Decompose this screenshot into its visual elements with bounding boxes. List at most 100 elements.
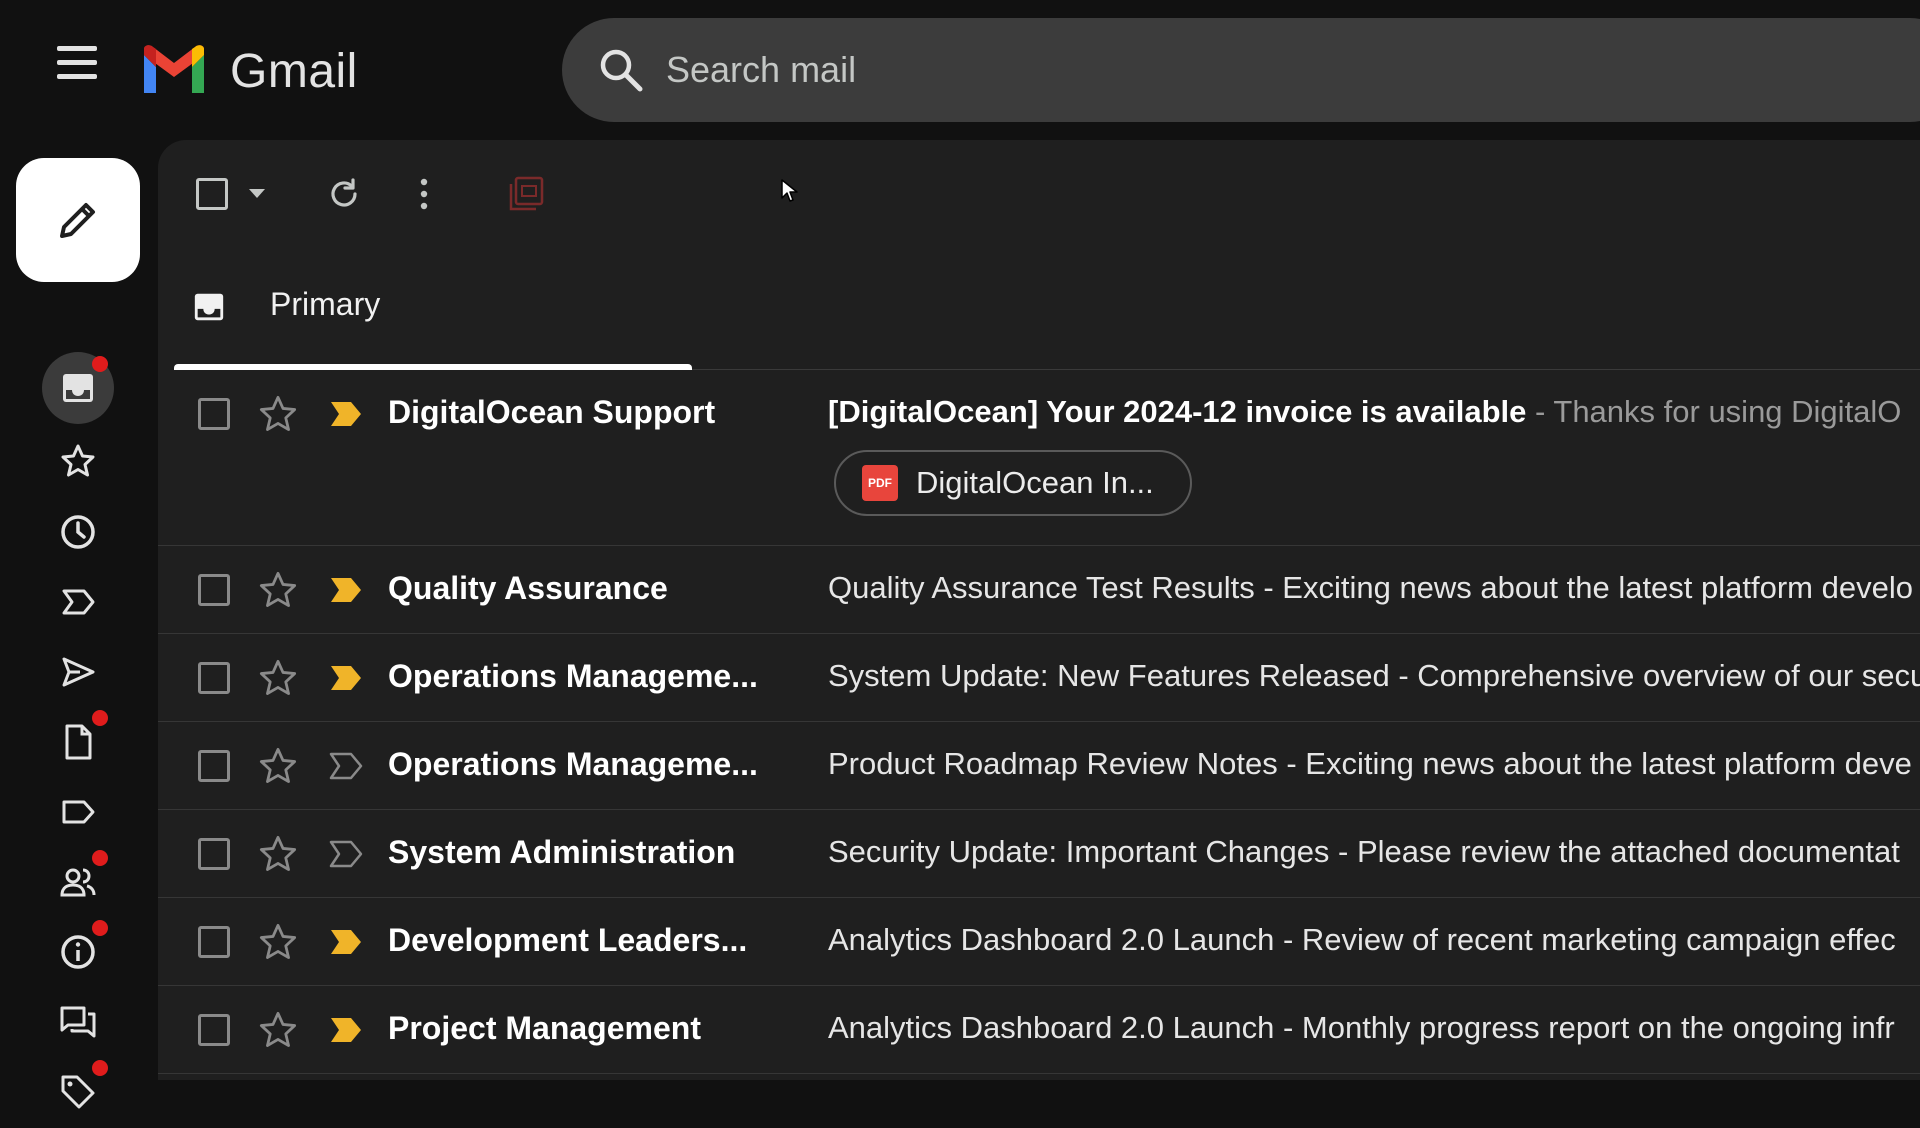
nav-inbox[interactable] (42, 352, 114, 424)
email-subject: System Update: New Features Released - C… (828, 658, 1920, 693)
star-icon[interactable] (258, 922, 298, 962)
row-checkbox[interactable] (198, 838, 230, 870)
pencil-icon (60, 203, 95, 238)
select-dropdown-button[interactable] (244, 180, 270, 206)
notification-dot (92, 356, 108, 372)
tag-icon (61, 1075, 95, 1109)
important-marker-icon[interactable] (328, 836, 364, 872)
inbox-icon (194, 293, 224, 321)
important-icon (62, 589, 95, 615)
pdf-icon: PDF (862, 465, 898, 501)
star-icon[interactable] (258, 834, 298, 874)
more-vert-icon (420, 178, 428, 210)
menu-bar (57, 74, 97, 79)
important-marker-icon[interactable] (328, 572, 364, 608)
email-row[interactable]: System Administration Security Update: I… (158, 810, 1920, 898)
refresh-icon (331, 178, 357, 207)
pdf-stack-icon (509, 176, 544, 211)
nav-promotions[interactable] (42, 1056, 114, 1128)
label-icon (62, 800, 95, 824)
select-all-checkbox[interactable] (194, 176, 230, 212)
nav-updates[interactable] (42, 916, 114, 988)
row-checkbox[interactable] (198, 662, 230, 694)
tab-label: Primary (270, 286, 381, 322)
refresh-button[interactable] (322, 172, 366, 216)
important-marker-icon[interactable] (328, 748, 364, 784)
compose-button[interactable] (16, 158, 140, 282)
search-bar[interactable] (562, 18, 1920, 122)
attachment-chip[interactable]: PDF DigitalOcean In... (834, 450, 1192, 516)
info-icon (61, 935, 95, 969)
nav-starred[interactable] (42, 425, 114, 497)
gmail-m-icon (144, 45, 204, 93)
important-marker-icon[interactable] (328, 396, 364, 432)
nav-sent[interactable] (42, 636, 114, 708)
important-marker-icon[interactable] (328, 660, 364, 696)
caret-down-icon (249, 189, 265, 198)
email-row[interactable]: DigitalOcean Support [DigitalOcean] Your… (158, 370, 1920, 546)
important-marker-icon[interactable] (328, 1012, 364, 1048)
email-list: DigitalOcean Support [DigitalOcean] Your… (158, 370, 1920, 1074)
app-name: Gmail (230, 44, 358, 98)
email-sender: Operations Manageme... (388, 746, 758, 782)
nav-forums[interactable] (42, 986, 114, 1058)
top-bar: Gmail (0, 0, 1920, 140)
email-sender: Quality Assurance (388, 570, 668, 606)
email-subject: Quality Assurance Test Results - Excitin… (828, 570, 1913, 605)
email-subject: Analytics Dashboard 2.0 Launch - Monthly… (828, 1010, 1895, 1045)
row-checkbox[interactable] (198, 398, 230, 430)
tab-primary[interactable]: Primary (174, 250, 692, 370)
star-icon[interactable] (258, 746, 298, 786)
category-tabs: Primary (174, 250, 1920, 370)
email-sender: Operations Manageme... (388, 658, 758, 694)
attachment-name: DigitalOcean In... (916, 465, 1154, 500)
email-sender: Development Leaders... (388, 922, 748, 958)
file-icon (65, 724, 92, 760)
email-row[interactable]: Project Management Analytics Dashboard 2… (158, 986, 1920, 1074)
send-icon (62, 657, 95, 687)
menu-bar (57, 60, 97, 65)
email-subject: Analytics Dashboard 2.0 Launch - Review … (828, 922, 1896, 957)
more-options-button[interactable] (412, 172, 436, 216)
email-subject: Security Update: Important Changes - Ple… (828, 834, 1900, 869)
list-toolbar (158, 140, 1920, 250)
left-nav (0, 140, 156, 1109)
menu-bar (57, 46, 97, 51)
notification-dot (92, 1060, 108, 1076)
email-subject: [DigitalOcean] Your 2024-12 invoice is a… (828, 394, 1527, 429)
nav-important[interactable] (42, 566, 114, 638)
inbox-icon (63, 374, 93, 402)
star-icon[interactable] (258, 1010, 298, 1050)
notification-dot (92, 710, 108, 726)
email-row[interactable]: Operations Manageme... Product Roadmap R… (158, 722, 1920, 810)
notification-dot (92, 920, 108, 936)
row-checkbox[interactable] (198, 574, 230, 606)
star-icon[interactable] (258, 658, 298, 698)
email-row[interactable]: Quality Assurance Quality Assurance Test… (158, 546, 1920, 634)
star-icon[interactable] (258, 394, 298, 434)
email-row[interactable]: Development Leaders... Analytics Dashboa… (158, 898, 1920, 986)
email-row[interactable]: Operations Manageme... System Update: Ne… (158, 634, 1920, 722)
important-marker-icon[interactable] (328, 924, 364, 960)
main-menu-button[interactable] (52, 46, 104, 94)
email-sender: DigitalOcean Support (388, 394, 716, 430)
mail-list-panel: Primary DigitalOcean Support [DigitalOce… (158, 140, 1920, 1080)
nav-labels[interactable] (42, 776, 114, 848)
clock-icon (61, 515, 95, 549)
pdf-extension-button[interactable] (504, 172, 548, 216)
search-input[interactable] (666, 49, 1566, 91)
gmail-logo[interactable]: Gmail (140, 42, 358, 100)
email-sender: System Administration (388, 834, 736, 870)
row-checkbox[interactable] (198, 750, 230, 782)
checkbox-box (196, 178, 228, 210)
people-icon (60, 868, 96, 897)
chat-icon (60, 1006, 96, 1038)
star-icon[interactable] (258, 570, 298, 610)
star-icon (61, 444, 95, 477)
nav-drafts[interactable] (42, 706, 114, 778)
search-icon[interactable] (596, 45, 646, 95)
row-checkbox[interactable] (198, 926, 230, 958)
nav-social[interactable] (42, 846, 114, 918)
row-checkbox[interactable] (198, 1014, 230, 1046)
nav-snoozed[interactable] (42, 496, 114, 568)
